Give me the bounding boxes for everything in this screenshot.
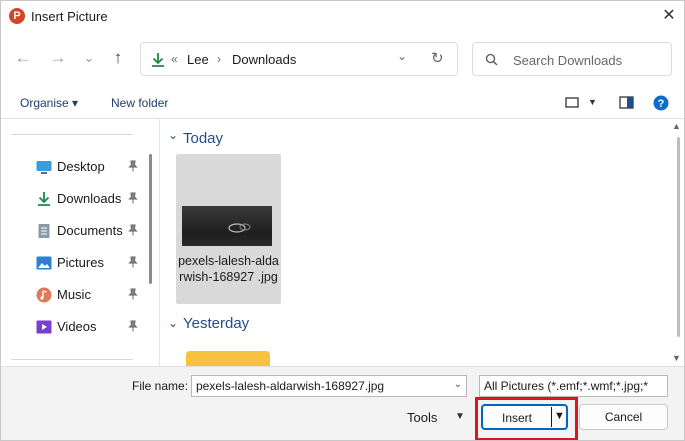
recent-locations-button[interactable]: ⌄ bbox=[78, 47, 100, 69]
title-bar: P Insert Picture ✕ bbox=[1, 1, 684, 33]
group-header-yesterday[interactable]: Yesterday bbox=[183, 315, 249, 332]
sidebar-item-downloads[interactable]: Downloads bbox=[1, 185, 151, 213]
insert-picture-dialog: P Insert Picture ✕ ← → ⌄ ↑ « Lee › Downl… bbox=[0, 0, 685, 441]
file-tile[interactable]: pexels-lalesh-aldarwish-168927 .jpg bbox=[176, 154, 281, 304]
refresh-icon[interactable]: ↻ bbox=[431, 49, 444, 67]
pin-icon[interactable] bbox=[127, 224, 139, 236]
pin-icon[interactable] bbox=[127, 160, 139, 172]
svg-text:?: ? bbox=[658, 98, 665, 110]
insert-button[interactable]: Insert ▼ bbox=[481, 404, 568, 430]
desktop-icon bbox=[36, 161, 52, 174]
file-list-pane: ⌄ Today pexels-lalesh-aldarwish-168927 .… bbox=[160, 119, 684, 366]
pin-icon[interactable] bbox=[127, 320, 139, 332]
view-dropdown-icon[interactable]: ▼ bbox=[588, 97, 597, 107]
breadcrumb-lee[interactable]: Lee bbox=[187, 52, 209, 67]
group-header-today[interactable]: Today bbox=[183, 130, 223, 147]
tools-menu[interactable]: Tools bbox=[407, 410, 437, 425]
file-list-scrollbar[interactable] bbox=[677, 137, 680, 337]
sidebar-item-documents[interactable]: Documents bbox=[1, 217, 151, 245]
breadcrumb-separator-icon: › bbox=[217, 52, 221, 66]
tools-dropdown-icon[interactable]: ▼ bbox=[455, 411, 465, 422]
preview-pane-icon[interactable] bbox=[619, 96, 634, 109]
download-icon bbox=[152, 53, 164, 67]
scroll-up-icon[interactable]: ▲ bbox=[672, 121, 681, 131]
sidebar-item-videos[interactable]: Videos bbox=[1, 313, 151, 341]
collapse-group-icon[interactable]: ⌄ bbox=[168, 316, 178, 330]
sidebar-item-label: Desktop bbox=[57, 159, 105, 174]
sidebar-item-label: Pictures bbox=[57, 255, 104, 270]
download-icon bbox=[38, 192, 50, 206]
command-bar: Organise ▾ New folder ▼ ? bbox=[1, 87, 684, 119]
back-button[interactable]: ← bbox=[12, 47, 34, 69]
view-options-icon[interactable] bbox=[565, 97, 579, 109]
new-folder-button[interactable]: New folder bbox=[111, 96, 168, 110]
file-name-label: pexels-lalesh-aldarwish-168927 .jpg bbox=[178, 254, 279, 284]
file-type-select[interactable]: All Pictures (*.emf;*.wmf;*.jpg;* bbox=[479, 375, 668, 397]
ring-photo-icon bbox=[228, 223, 251, 233]
breadcrumb-downloads[interactable]: Downloads bbox=[232, 52, 296, 67]
collapse-group-icon[interactable]: ⌄ bbox=[168, 128, 178, 142]
sidebar-item-label: Documents bbox=[57, 223, 123, 238]
help-icon[interactable]: ? bbox=[653, 95, 669, 111]
file-name-field[interactable]: pexels-lalesh-aldarwish-168927.jpg ⌄ bbox=[191, 375, 467, 397]
music-icon bbox=[36, 287, 52, 303]
sidebar-item-label: Music bbox=[57, 287, 91, 302]
cancel-button-label: Cancel bbox=[604, 410, 643, 424]
address-overflow-icon[interactable]: « bbox=[171, 52, 178, 66]
documents-icon bbox=[38, 224, 50, 238]
up-button[interactable]: ↑ bbox=[107, 47, 129, 69]
file-type-value[interactable]: All Pictures (*.emf;*.wmf;*.jpg;* bbox=[484, 379, 648, 393]
scroll-down-icon[interactable]: ▼ bbox=[672, 353, 681, 363]
pin-icon[interactable] bbox=[127, 288, 139, 300]
pictures-icon bbox=[36, 256, 52, 270]
sidebar-divider bbox=[11, 359, 133, 360]
address-history-chevron-icon[interactable]: ⌄ bbox=[397, 49, 407, 63]
split-divider bbox=[551, 407, 552, 427]
navigation-pane: Desktop Downloads Documents Pictures Mus… bbox=[1, 119, 159, 366]
sidebar-item-desktop[interactable]: Desktop bbox=[1, 153, 151, 181]
close-icon[interactable]: ✕ bbox=[658, 5, 680, 27]
sidebar-item-label: Videos bbox=[57, 319, 97, 334]
sidebar-scrollbar[interactable] bbox=[149, 154, 152, 284]
dialog-footer: File name: pexels-lalesh-aldarwish-16892… bbox=[1, 366, 684, 440]
powerpoint-icon: P bbox=[9, 8, 25, 24]
search-icon bbox=[485, 53, 498, 66]
search-input[interactable]: Search Downloads bbox=[513, 53, 622, 68]
sidebar-item-label: Downloads bbox=[57, 191, 122, 206]
search-box[interactable]: Search Downloads bbox=[472, 42, 672, 76]
insert-dropdown-icon[interactable]: ▼ bbox=[554, 410, 565, 422]
image-thumbnail bbox=[182, 206, 272, 246]
cancel-button[interactable]: Cancel bbox=[579, 404, 668, 430]
organise-menu[interactable]: Organise ▾ bbox=[20, 96, 78, 110]
file-name-value[interactable]: pexels-lalesh-aldarwish-168927.jpg bbox=[196, 379, 384, 393]
sidebar-item-music[interactable]: Music bbox=[1, 281, 151, 309]
forward-button[interactable]: → bbox=[47, 47, 69, 69]
sidebar-item-pictures[interactable]: Pictures bbox=[1, 249, 151, 277]
file-name-label: File name: bbox=[132, 379, 189, 393]
pin-icon[interactable] bbox=[127, 256, 139, 268]
address-bar[interactable]: « Lee › Downloads ⌄ ↻ bbox=[140, 42, 458, 76]
folder-icon[interactable] bbox=[186, 351, 270, 366]
videos-icon bbox=[36, 320, 52, 334]
pin-icon[interactable] bbox=[127, 192, 139, 204]
chevron-down-icon[interactable]: ⌄ bbox=[454, 379, 462, 390]
window-title: Insert Picture bbox=[31, 9, 108, 24]
insert-button-label: Insert bbox=[501, 411, 532, 425]
sidebar-divider bbox=[11, 134, 133, 135]
